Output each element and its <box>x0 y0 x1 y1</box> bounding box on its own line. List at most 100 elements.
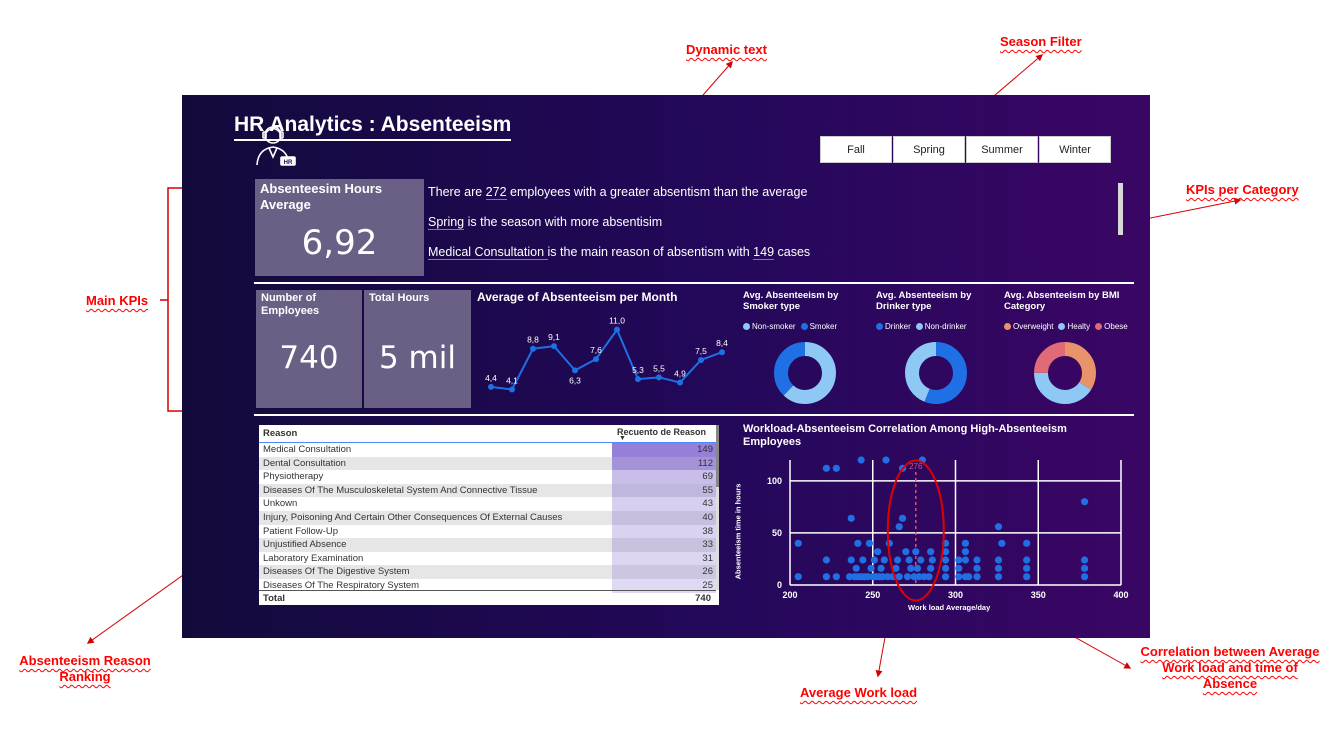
line-point[interactable] <box>677 379 683 386</box>
scatter-point[interactable] <box>822 464 831 472</box>
sort-desc-icon[interactable]: ▼ <box>619 435 626 442</box>
scatter-point[interactable] <box>994 556 1003 564</box>
scatter-point[interactable] <box>1023 556 1031 564</box>
season-button-summer[interactable]: Summer <box>966 136 1038 163</box>
scatter-point[interactable] <box>1023 573 1031 581</box>
divider-top <box>254 282 1134 284</box>
scatter-point[interactable] <box>1023 539 1031 547</box>
count-cell: 38 <box>612 524 716 539</box>
season-button-spring[interactable]: Spring <box>893 136 965 163</box>
line-data-label: 11,0 <box>609 316 625 326</box>
line-point[interactable] <box>656 374 662 381</box>
scatter-point[interactable] <box>794 539 802 547</box>
table-row[interactable]: Injury, Poisoning And Certain Other Cons… <box>259 511 716 525</box>
scatter-point[interactable] <box>955 573 963 581</box>
scatter-point[interactable] <box>895 523 903 531</box>
line-point[interactable] <box>509 386 515 393</box>
column-header-count[interactable]: Recuento de Reason <box>617 427 706 437</box>
scatter-point[interactable] <box>847 556 855 564</box>
scatter-point[interactable] <box>893 556 902 564</box>
scatter-point[interactable] <box>994 573 1003 581</box>
scatter-point[interactable] <box>832 573 840 581</box>
scatter-point[interactable] <box>973 556 981 564</box>
scatter-point[interactable] <box>913 564 922 572</box>
reason-cell: Unjustified Absence <box>263 539 347 551</box>
scatter-point[interactable] <box>941 564 950 572</box>
season-button-winter[interactable]: Winter <box>1039 136 1111 163</box>
table-row[interactable]: Physiotherapy 69 <box>259 470 716 484</box>
line-point[interactable] <box>530 345 536 352</box>
dashboard: HR HR Analytics : Absenteeism Fall Sprin… <box>182 95 1150 638</box>
scatter-point[interactable] <box>961 556 970 564</box>
line-point[interactable] <box>488 383 494 390</box>
scatter-point[interactable] <box>898 514 907 522</box>
table-row[interactable]: Laboratory Examination 31 <box>259 551 716 566</box>
table-scrollbar-thumb[interactable] <box>716 425 719 487</box>
scatter-point[interactable] <box>1080 498 1089 506</box>
scatter-point[interactable] <box>903 573 912 581</box>
line-point[interactable] <box>551 343 557 350</box>
reason-cell: Unkown <box>263 498 298 510</box>
table-row[interactable]: Patient Follow-Up 38 <box>259 524 716 539</box>
column-header-reason[interactable]: Reason <box>263 428 297 439</box>
scatter-point[interactable] <box>998 539 1006 547</box>
scatter-point[interactable] <box>882 456 890 464</box>
scatter-point[interactable] <box>902 548 910 556</box>
scatter-point[interactable] <box>867 564 875 572</box>
scatter-point[interactable] <box>822 573 831 581</box>
table-row[interactable]: Dental Consultation 112 <box>259 456 716 471</box>
dynamic-text-line-2: Spring is the season with more absentisi… <box>428 215 662 230</box>
scatter-point[interactable] <box>905 556 913 564</box>
scatter-point[interactable] <box>927 564 935 572</box>
scatter-point[interactable] <box>1023 564 1031 572</box>
table-row[interactable]: Diseases Of The Musculoskeletal System A… <box>259 483 716 498</box>
scatter-point[interactable] <box>877 564 885 572</box>
table-row[interactable]: Diseases Of The Digestive System 26 <box>259 565 716 579</box>
scatter-point[interactable] <box>941 573 950 581</box>
scatter-point[interactable] <box>865 539 874 547</box>
scatter-point[interactable] <box>874 548 882 556</box>
scatter-point[interactable] <box>955 556 963 564</box>
scatter-point[interactable] <box>994 523 1003 531</box>
line-point[interactable] <box>572 367 578 374</box>
scatter-point[interactable] <box>852 564 860 572</box>
scatter-point[interactable] <box>973 573 981 581</box>
table-scrollbar[interactable] <box>716 425 719 590</box>
scatter-point[interactable] <box>928 556 936 564</box>
line-point[interactable] <box>614 326 620 333</box>
table-row[interactable]: Unjustified Absence 33 <box>259 538 716 552</box>
table-row[interactable]: Medical Consultation 149 <box>259 443 716 457</box>
scatter-point[interactable] <box>859 556 867 564</box>
scatter-point[interactable] <box>961 548 970 556</box>
scatter-point[interactable] <box>847 514 855 522</box>
scatter-point[interactable] <box>925 573 933 581</box>
scatter-point[interactable] <box>961 539 970 547</box>
scatter-point[interactable] <box>955 564 963 572</box>
scatter-point[interactable] <box>973 564 981 572</box>
scatter-point[interactable] <box>832 464 840 472</box>
scatter-point[interactable] <box>857 456 865 464</box>
scatter-point[interactable] <box>1080 556 1089 564</box>
scatter-point[interactable] <box>927 548 935 556</box>
line-point[interactable] <box>698 357 704 363</box>
scatter-point[interactable] <box>870 556 879 564</box>
scatter-point[interactable] <box>794 573 802 581</box>
line-point[interactable] <box>719 349 725 356</box>
scatter-point[interactable] <box>941 556 950 564</box>
scatter-point[interactable] <box>880 556 888 564</box>
text-scrollbar[interactable] <box>1118 183 1123 235</box>
line-point[interactable] <box>635 376 641 383</box>
line-point[interactable] <box>593 356 599 363</box>
scatter-point[interactable] <box>854 539 862 547</box>
table-row[interactable]: Unkown 43 <box>259 497 716 511</box>
scatter-point[interactable] <box>907 564 915 572</box>
scatter-point[interactable] <box>1080 564 1089 572</box>
scatter-point[interactable] <box>965 573 973 581</box>
legend-smoker: Smoker <box>800 322 837 331</box>
season-button-fall[interactable]: Fall <box>820 136 892 163</box>
scatter-point[interactable] <box>917 556 925 564</box>
scatter-point[interactable] <box>822 556 831 564</box>
scatter-point[interactable] <box>912 548 920 556</box>
scatter-point[interactable] <box>1080 573 1089 581</box>
scatter-point[interactable] <box>994 564 1003 572</box>
